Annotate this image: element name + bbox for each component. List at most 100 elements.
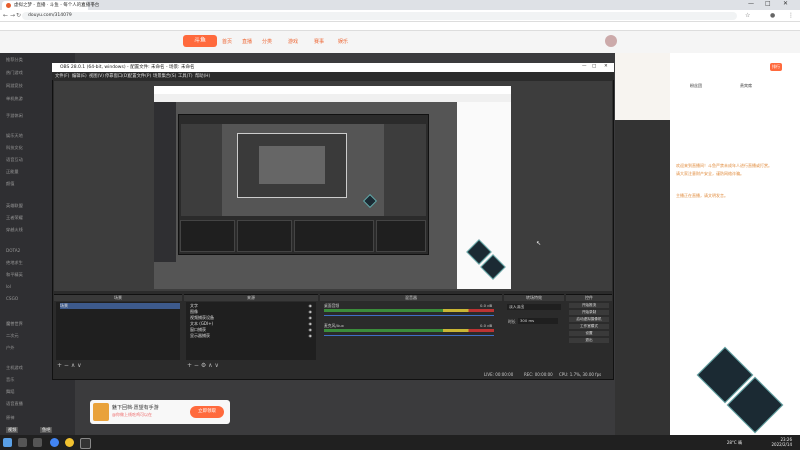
nav-live[interactable]: 直播 (242, 38, 252, 45)
minimize-button[interactable]: — (748, 0, 754, 7)
sidebar-item[interactable]: 语音互动 (6, 157, 23, 163)
obs-close-button[interactable]: ✕ (604, 64, 608, 69)
visibility-eye-icon[interactable]: ◉ (309, 327, 313, 332)
sidebar-item[interactable]: 热门游戏 (6, 70, 23, 76)
menu-help[interactable]: 帮助(H) (195, 73, 210, 79)
sidebar-item[interactable]: DOTA2 (6, 248, 20, 253)
start-windows-icon[interactable] (3, 438, 12, 447)
scenes-dock-toolbar[interactable]: + − ∧ ∨ (57, 362, 82, 369)
user-avatar[interactable] (605, 35, 617, 47)
menu-view[interactable]: 视图(V) (89, 73, 104, 79)
menu-edit[interactable]: 编辑(E) (72, 73, 87, 79)
new-tab-button[interactable]: + (90, 1, 96, 9)
sidebar-item[interactable]: 穿越火线 (6, 227, 23, 233)
duration-input[interactable]: 300 ms (518, 318, 558, 324)
nav-category[interactable]: 分类 (262, 38, 272, 45)
forward-icon[interactable]: → (10, 12, 15, 19)
scene-item[interactable]: 场景 (60, 303, 180, 309)
sidebar-item[interactable]: 舞蹈 (6, 389, 14, 395)
obs-icon[interactable] (80, 438, 91, 449)
sidebar-item[interactable]: 魔兽世界 (6, 321, 23, 327)
start-recording-button[interactable]: 开始录制 (569, 310, 609, 315)
stream-video-area (615, 120, 670, 435)
sidebar-item[interactable]: 绝地求生 (6, 260, 23, 266)
bookmark-star-icon[interactable]: ☆ (745, 12, 750, 19)
sidebar-item[interactable]: 二次元 (6, 333, 19, 339)
menu-file[interactable]: 文件(F) (55, 73, 69, 79)
sidebar-item[interactable]: 颜值 (6, 181, 14, 187)
vip-badge[interactable]: 贵宾席 (740, 83, 752, 89)
chrome-icon[interactable] (50, 438, 59, 447)
sidebar-item[interactable]: 王者荣耀 (6, 215, 23, 221)
sidebar-item[interactable]: 主机游戏 (6, 365, 23, 371)
obs-minimize-button[interactable]: — (582, 64, 587, 69)
menu-profile[interactable]: 配置文件(P) (128, 73, 151, 79)
exit-button[interactable]: 退出 (569, 338, 609, 343)
studio-mode-button[interactable]: 工作室模式 (569, 324, 609, 329)
fan-badge[interactable]: 粉丝团 (690, 83, 702, 89)
captured-recursive-frame (259, 146, 325, 184)
menu-tools[interactable]: 工具(T) (178, 73, 193, 79)
sidebar-item[interactable]: 推荐分类 (6, 57, 23, 63)
mixer-track-db: 0.0 dB (480, 303, 493, 308)
sidebar-item[interactable]: 视频 (6, 427, 19, 433)
browser-tab[interactable]: 虚拟之梦 - 直播 · 斗鱼 - 每个人的直播平台 × (2, 1, 99, 10)
sidebar-item[interactable]: 单机热游 (6, 96, 23, 102)
promo-claim-button[interactable]: 立即领取 (190, 406, 224, 418)
visibility-eye-icon[interactable]: ◉ (309, 309, 313, 314)
task-view-icon[interactable] (33, 438, 42, 447)
maximize-button[interactable]: □ (765, 0, 771, 7)
app-icon[interactable] (65, 438, 74, 447)
back-icon[interactable]: ← (3, 12, 8, 19)
sidebar-item[interactable]: 手游休闲 (6, 113, 23, 119)
volume-slider[interactable] (324, 335, 494, 336)
sidebar-item[interactable]: 原神 (6, 415, 14, 421)
sidebar-item[interactable]: 鱼吧 (40, 427, 53, 433)
reload-icon[interactable]: ↻ (16, 12, 21, 19)
nav-events[interactable]: 赛事 (314, 38, 324, 45)
sources-dock-toolbar[interactable]: + − ⚙ ∧ ∨ (187, 362, 219, 369)
clock-date[interactable]: 2022/2/14 (771, 442, 792, 447)
start-streaming-button[interactable]: 开始推流 (569, 303, 609, 308)
menu-docks[interactable]: 停靠窗口(D) (105, 73, 129, 79)
transition-select[interactable]: 淡入淡出 (507, 304, 561, 310)
nav-games[interactable]: 游戏 (288, 38, 298, 45)
address-bar[interactable]: douyu.com/314079 (22, 12, 737, 20)
visibility-eye-icon[interactable]: ◉ (309, 321, 313, 326)
sidebar-item[interactable]: 户外 (6, 345, 14, 351)
rank-badge[interactable]: 排行 (770, 63, 782, 71)
scenes-list: 场景 (56, 302, 180, 360)
volume-slider[interactable] (324, 315, 494, 316)
site-logo[interactable]: 斗鱼 (183, 35, 217, 47)
profile-icon[interactable]: ● (770, 12, 775, 19)
sidebar-item[interactable]: 音乐 (6, 377, 14, 383)
close-tab-icon[interactable]: × (81, 2, 85, 8)
nav-home[interactable]: 首页 (222, 38, 232, 45)
obs-maximize-button[interactable]: □ (592, 64, 596, 69)
sources-dock-title: 来源 (184, 295, 318, 301)
sidebar-item[interactable]: 科技文化 (6, 145, 23, 151)
menu-icon[interactable]: ⋮ (788, 12, 794, 19)
nav-entertainment[interactable]: 娱乐 (338, 38, 348, 45)
menu-scene-collection[interactable]: 场景集合(S) (153, 73, 176, 79)
source-item[interactable]: 显示器捕获 (190, 333, 210, 339)
sidebar-item[interactable]: CSGO (6, 296, 18, 301)
sidebar-item[interactable]: 娱乐天地 (6, 133, 23, 139)
sidebar-item[interactable]: 英雄联盟 (6, 203, 23, 209)
sidebar-item[interactable]: lol (6, 284, 11, 289)
captured-chat-panel (457, 102, 511, 289)
sidebar-item[interactable]: 和平精英 (6, 272, 23, 278)
close-window-button[interactable]: ✕ (783, 0, 788, 7)
sidebar-item[interactable]: 网游竞技 (6, 83, 23, 89)
visibility-eye-icon[interactable]: ◉ (309, 303, 313, 308)
controls-dock-title: 控件 (566, 295, 612, 301)
sidebar-item[interactable]: 语音直播 (6, 401, 23, 407)
sidebar-item[interactable]: 正能量 (6, 169, 19, 175)
chat-message: 请大家注意财产安全，谨防网络诈骗。 (676, 171, 744, 176)
search-icon[interactable] (18, 438, 27, 447)
settings-button[interactable]: 设置 (569, 331, 609, 336)
transitions-dock: 转场特效 淡入淡出 时长 300 ms (504, 294, 564, 370)
visibility-eye-icon[interactable]: ◉ (309, 333, 313, 338)
virtual-camera-button[interactable]: 启动虚拟摄像机 (569, 317, 609, 322)
visibility-eye-icon[interactable]: ◉ (309, 315, 313, 320)
